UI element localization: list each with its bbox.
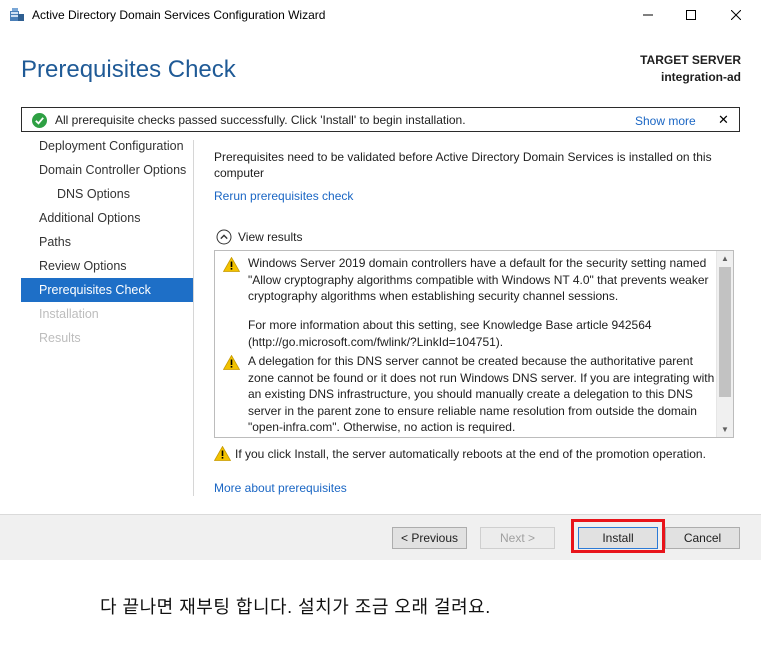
more-about-prerequisites-link[interactable]: More about prerequisites — [214, 481, 347, 495]
next-button: Next > — [480, 527, 555, 549]
ad-server-icon — [10, 8, 24, 21]
result-text: For more information about this setting,… — [248, 318, 652, 349]
close-window-button[interactable] — [713, 0, 759, 30]
nav-item-paths[interactable]: Paths — [21, 230, 193, 254]
intro-text: Prerequisites need to be validated befor… — [214, 150, 712, 180]
nav-item-additional-options[interactable]: Additional Options — [21, 206, 193, 230]
warning-icon — [223, 257, 240, 272]
minimize-icon — [643, 14, 653, 16]
scroll-up-icon[interactable]: ▲ — [721, 254, 729, 263]
show-more-link[interactable]: Show more — [635, 114, 696, 128]
nav-item-prerequisites-check[interactable]: Prerequisites Check — [21, 278, 193, 302]
nav-divider — [193, 140, 194, 496]
scroll-down-icon[interactable]: ▼ — [721, 425, 729, 434]
nav-item-dns-options[interactable]: DNS Options — [21, 182, 193, 206]
previous-button[interactable]: < Previous — [392, 527, 467, 549]
results-list[interactable]: Windows Server 2019 domain controllers h… — [214, 250, 734, 438]
notification-bar: All prerequisite checks passed successfu… — [21, 107, 740, 132]
dismiss-notification-button[interactable]: ✕ — [718, 112, 729, 128]
chevron-up-icon — [216, 229, 232, 245]
results-scrollbar[interactable]: ▲ ▼ — [716, 251, 733, 437]
warning-icon — [223, 355, 240, 370]
nav-item-installation: Installation — [39, 307, 99, 321]
result-item: A delegation for this DNS server cannot … — [223, 353, 715, 436]
wizard-nav: Deployment Configuration Domain Controll… — [21, 134, 193, 350]
maximize-button[interactable] — [668, 0, 714, 30]
maximize-icon — [686, 10, 696, 20]
close-icon — [731, 10, 741, 20]
nav-item-domain-controller-options[interactable]: Domain Controller Options — [21, 158, 193, 182]
notification-message: All prerequisite checks passed successfu… — [55, 113, 466, 127]
caption-text: 다 끝나면 재부팅 합니다. 설치가 조금 오래 걸려요. — [100, 597, 491, 617]
nav-item-results: Results — [39, 331, 81, 345]
install-highlight-box — [571, 519, 665, 553]
view-results-label: View results — [238, 230, 303, 244]
reboot-note-text: If you click Install, the server automat… — [235, 446, 706, 461]
scrollbar-thumb[interactable] — [719, 267, 731, 397]
success-check-icon — [32, 113, 47, 128]
result-text: Windows Server 2019 domain controllers h… — [248, 256, 709, 303]
minimize-button[interactable] — [625, 0, 671, 30]
target-server-label: TARGET SERVER — [640, 53, 741, 67]
cancel-button[interactable]: Cancel — [665, 527, 740, 549]
view-results-toggle[interactable]: View results — [216, 229, 302, 245]
result-item: Windows Server 2019 domain controllers h… — [223, 255, 715, 305]
title-bar: Active Directory Domain Services Configu… — [0, 0, 761, 30]
wizard-window: Active Directory Domain Services Configu… — [0, 0, 761, 560]
reboot-warning: If you click Install, the server automat… — [214, 446, 706, 461]
nav-item-review-options[interactable]: Review Options — [21, 254, 193, 278]
result-text: A delegation for this DNS server cannot … — [248, 354, 715, 434]
window-title: Active Directory Domain Services Configu… — [32, 8, 326, 22]
page-title: Prerequisites Check — [21, 56, 236, 83]
nav-item-deployment-configuration[interactable]: Deployment Configuration — [21, 134, 193, 158]
warning-icon — [214, 446, 231, 461]
target-server-name: integration-ad — [661, 70, 741, 84]
rerun-prerequisites-link[interactable]: Rerun prerequisites check — [214, 189, 353, 203]
result-item: For more information about this setting,… — [223, 317, 715, 350]
